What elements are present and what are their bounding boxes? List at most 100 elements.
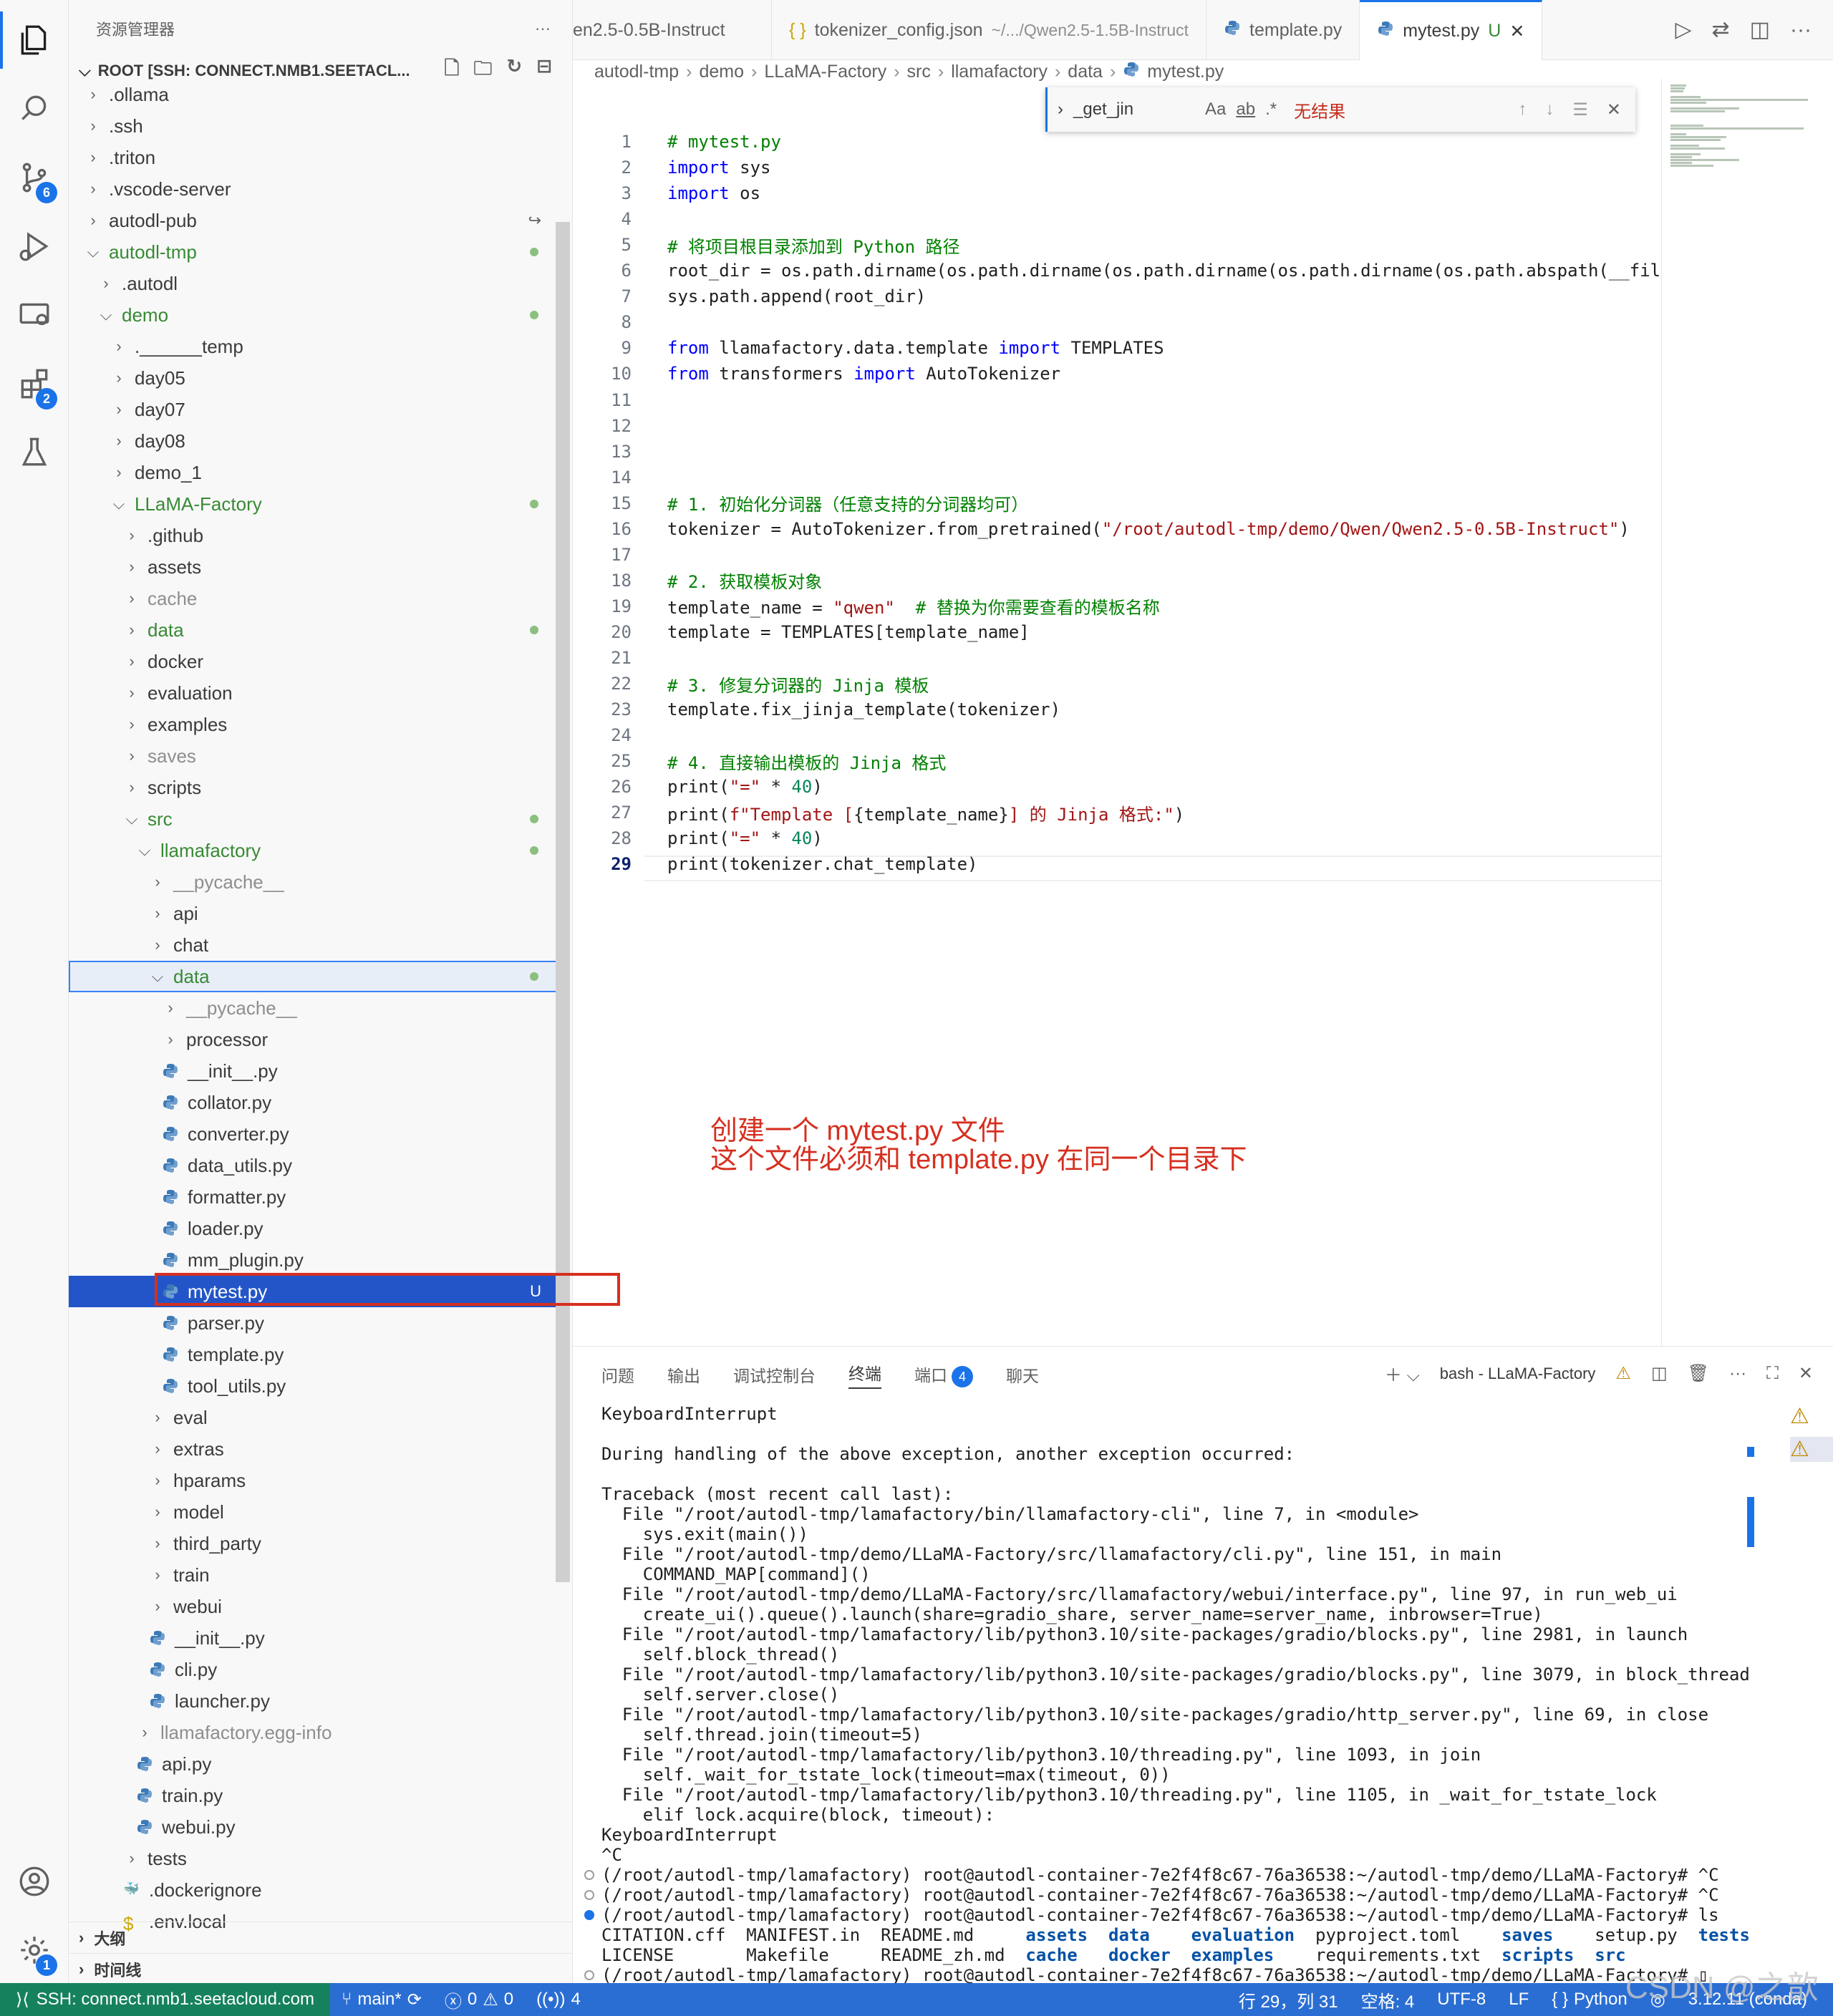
folder-item[interactable]: › model: [69, 1496, 563, 1528]
folder-item[interactable]: ⌵ LLaMA-Factory: [69, 488, 563, 520]
folder-item[interactable]: › assets: [69, 551, 563, 583]
file-item[interactable]: converter.py: [69, 1118, 563, 1150]
breadcrumb-item[interactable]: mytest.py: [1147, 62, 1224, 82]
tab-tokenizer-config-json[interactable]: { } tokenizer_config.json ~/.../Qwen2.5-1.…: [772, 0, 1207, 60]
folder-item[interactable]: › hparams: [69, 1465, 563, 1496]
folder-item[interactable]: › __pycache__: [69, 992, 563, 1024]
folder-item[interactable]: ⌵ data: [69, 961, 563, 992]
breadcrumb-item[interactable]: llamafactory: [951, 62, 1048, 82]
breadcrumb-item[interactable]: autodl-tmp: [594, 62, 679, 82]
folder-item[interactable]: › third_party: [69, 1528, 563, 1559]
folder-item[interactable]: › webui: [69, 1591, 563, 1622]
command-decoration[interactable]: [584, 1910, 594, 1920]
next-match-icon[interactable]: ↓: [1545, 100, 1554, 120]
folder-item[interactable]: › eval: [69, 1402, 563, 1433]
more-actions-icon[interactable]: ···: [1729, 1364, 1746, 1384]
folder-item[interactable]: › docker: [69, 646, 563, 677]
folder-item[interactable]: › tests: [69, 1843, 563, 1874]
close-icon[interactable]: ✕: [1509, 21, 1524, 42]
folder-item[interactable]: › cache: [69, 583, 563, 614]
file-item[interactable]: tool_utils.py: [69, 1370, 563, 1402]
folder-item[interactable]: ⌵ src: [69, 803, 563, 835]
search-icon[interactable]: [0, 74, 69, 143]
folder-item[interactable]: › .ssh: [69, 110, 563, 142]
folder-item[interactable]: ⌵ autodl-tmp: [69, 236, 563, 268]
panel-tab-4[interactable]: 端口 4: [914, 1362, 973, 1388]
file-item[interactable]: formatter.py: [69, 1181, 563, 1213]
folder-item[interactable]: › saves: [69, 740, 563, 772]
compare-icon[interactable]: ⇄: [1712, 17, 1730, 42]
file-item[interactable]: parser.py: [69, 1307, 563, 1339]
toggle-replace-icon[interactable]: ›: [1058, 100, 1063, 120]
folder-item[interactable]: › day08: [69, 425, 563, 457]
file-item[interactable]: data_utils.py: [69, 1150, 563, 1181]
folder-item[interactable]: › __pycache__: [69, 866, 563, 898]
file-item[interactable]: collator.py: [69, 1087, 563, 1118]
folder-item[interactable]: › autodl-pub ↪: [69, 205, 563, 236]
ports-indicator[interactable]: ((•)) 4: [525, 1990, 592, 2010]
panel-tab-3[interactable]: 终端: [848, 1360, 881, 1389]
problems-indicator[interactable]: ⓧ 0 ⚠ 0: [433, 1987, 525, 2012]
tab-en2-5-0-5b-instruct[interactable]: en2.5-0.5B-Instruct: [573, 0, 772, 60]
warning-icon[interactable]: ⚠: [1790, 1404, 1833, 1437]
breadcrumb-item[interactable]: src: [907, 62, 931, 82]
extensions-icon[interactable]: 2: [0, 349, 69, 418]
file-item[interactable]: __init__.py: [69, 1622, 563, 1654]
outline-section[interactable]: › 大纲: [69, 1922, 572, 1953]
encoding[interactable]: UTF-8: [1426, 1990, 1497, 2010]
close-icon[interactable]: ✕: [1799, 1363, 1813, 1384]
remote-explorer-icon[interactable]: [0, 281, 69, 349]
folder-item[interactable]: › chat: [69, 929, 563, 961]
file-item[interactable]: webui.py: [69, 1811, 563, 1843]
whole-word-toggle[interactable]: ab: [1236, 100, 1255, 120]
panel-tab-1[interactable]: 输出: [667, 1362, 700, 1387]
panel-tab-5[interactable]: 聊天: [1006, 1362, 1039, 1387]
folder-item[interactable]: › .ollama: [69, 79, 563, 110]
folder-item[interactable]: › train: [69, 1559, 563, 1591]
testing-icon[interactable]: [0, 418, 69, 487]
folder-item[interactable]: 🐳 .dockerignore: [69, 1874, 563, 1906]
file-item[interactable]: train.py: [69, 1780, 563, 1811]
split-terminal-icon[interactable]: ◫: [1651, 1363, 1668, 1384]
tab-template-py[interactable]: template.py: [1206, 0, 1360, 60]
close-icon[interactable]: ✕: [1607, 100, 1621, 120]
folder-item[interactable]: › extras: [69, 1433, 563, 1465]
folder-item[interactable]: › processor: [69, 1024, 563, 1055]
find-in-selection-icon[interactable]: ☰: [1572, 100, 1588, 120]
file-item[interactable]: template.py: [69, 1339, 563, 1370]
sidebar-scrollbar[interactable]: [556, 222, 570, 1582]
source-control-icon[interactable]: 6: [0, 143, 69, 212]
run-icon[interactable]: ▷: [1675, 17, 1691, 42]
folder-item[interactable]: › .autodl: [69, 268, 563, 299]
accounts-icon[interactable]: [0, 1847, 69, 1916]
new-terminal-icon[interactable]: ＋ ⌵: [1385, 1361, 1420, 1386]
indentation[interactable]: 空格: 4: [1350, 1987, 1426, 2012]
folder-item[interactable]: › data: [69, 614, 563, 646]
regex-toggle[interactable]: .*: [1265, 100, 1277, 120]
language-mode[interactable]: { } Python: [1540, 1990, 1638, 2010]
folder-item[interactable]: › evaluation: [69, 677, 563, 709]
split-editor-icon[interactable]: ◫: [1750, 17, 1770, 42]
file-item[interactable]: api.py: [69, 1748, 563, 1780]
sync-icon[interactable]: ⟳: [407, 1990, 422, 2010]
file-item[interactable]: loader.py: [69, 1213, 563, 1244]
file-item[interactable]: launcher.py: [69, 1685, 563, 1717]
folder-item[interactable]: › examples: [69, 709, 563, 740]
folder-item[interactable]: › .vscode-server: [69, 173, 563, 205]
more-actions-icon[interactable]: ···: [1790, 18, 1812, 42]
warning-icon[interactable]: ⚠: [1790, 1437, 1833, 1462]
maximize-panel-icon[interactable]: ⛶: [1766, 1364, 1779, 1384]
breadcrumb-item[interactable]: LLaMA-Factory: [764, 62, 886, 82]
match-case-toggle[interactable]: Aa: [1205, 100, 1226, 120]
breadcrumb-item[interactable]: demo: [699, 62, 744, 82]
find-input[interactable]: _get_jin: [1073, 100, 1195, 120]
timeline-section[interactable]: › 时间线: [69, 1953, 572, 1983]
terminal-output[interactable]: KeyboardInterrupt During handling of the …: [584, 1404, 1750, 1985]
cursor-position[interactable]: 行 29，列 31: [1227, 1987, 1350, 2012]
breadcrumb-item[interactable]: data: [1068, 62, 1103, 82]
more-actions-icon[interactable]: ···: [535, 19, 551, 38]
remote-indicator[interactable]: ⟩⟨ SSH: connect.nmb1.seetacloud.com: [0, 1983, 330, 2016]
folder-item[interactable]: › day07: [69, 394, 563, 425]
terminal-scrollbar[interactable]: [1747, 1407, 1754, 1973]
folder-item[interactable]: › scripts: [69, 772, 563, 803]
